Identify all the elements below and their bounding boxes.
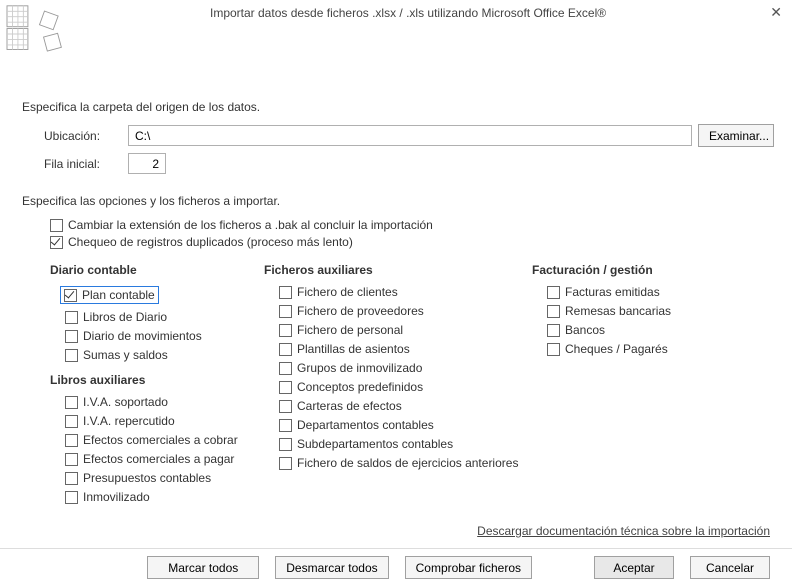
checkbox-carteras[interactable] (279, 400, 292, 413)
dialog-title: Importar datos desde ficheros .xlsx / .x… (210, 6, 606, 20)
accept-button[interactable]: Aceptar (594, 556, 674, 579)
options-heading: Especifica las opciones y los ficheros a… (22, 194, 774, 208)
ficheros-aux-heading: Ficheros auxiliares (264, 263, 522, 277)
item-label: Remesas bancarias (565, 304, 671, 318)
libros-aux-heading: Libros auxiliares (50, 373, 254, 387)
item-label: Presupuestos contables (83, 471, 211, 485)
item-label: Facturas emitidas (565, 285, 660, 299)
documentation-link[interactable]: Descargar documentación técnica sobre la… (477, 524, 770, 538)
checkbox-iva-repercutido[interactable] (65, 415, 78, 428)
checkbox-diario-mov[interactable] (65, 330, 78, 343)
checkbox-clientes[interactable] (279, 286, 292, 299)
browse-button[interactable]: Examinar... (698, 124, 774, 147)
close-icon[interactable]: ✕ (770, 4, 782, 21)
item-label: I.V.A. repercutido (83, 414, 175, 428)
bak-option-label: Cambiar la extensión de los ficheros a .… (68, 218, 433, 232)
start-row-input[interactable] (128, 153, 166, 174)
checkbox-plan-contable[interactable] (64, 289, 77, 302)
item-label: Inmovilizado (83, 490, 150, 504)
cancel-button[interactable]: Cancelar (690, 556, 770, 579)
item-label: Fichero de saldos de ejercicios anterior… (297, 456, 518, 470)
checkbox-facturas[interactable] (547, 286, 560, 299)
item-label: Grupos de inmovilizado (297, 361, 422, 375)
checkbox-dup[interactable] (50, 236, 63, 249)
item-label: Conceptos predefinidos (297, 380, 423, 394)
checkbox-proveedores[interactable] (279, 305, 292, 318)
checkbox-inmovilizado[interactable] (65, 491, 78, 504)
item-label: Departamentos contables (297, 418, 434, 432)
checkbox-remesas[interactable] (547, 305, 560, 318)
checkbox-iva-soportado[interactable] (65, 396, 78, 409)
start-row-label: Fila inicial: (22, 157, 128, 171)
item-label: Sumas y saldos (83, 348, 168, 362)
mark-all-button[interactable]: Marcar todos (147, 556, 259, 579)
item-label: Bancos (565, 323, 605, 337)
source-heading: Especifica la carpeta del origen de los … (22, 100, 774, 114)
checkbox-deptos[interactable] (279, 419, 292, 432)
item-label: Fichero de clientes (297, 285, 398, 299)
item-label: Libros de Diario (83, 310, 167, 324)
location-input[interactable] (128, 125, 692, 146)
checkbox-cheques[interactable] (547, 343, 560, 356)
checkbox-grupos-inmov[interactable] (279, 362, 292, 375)
item-label: Plantillas de asientos (297, 342, 410, 356)
dup-option-label: Chequeo de registros duplicados (proceso… (68, 235, 353, 249)
item-label: Efectos comerciales a pagar (83, 452, 234, 466)
check-files-button[interactable]: Comprobar ficheros (405, 556, 532, 579)
checkbox-sumas-saldos[interactable] (65, 349, 78, 362)
unmark-all-button[interactable]: Desmarcar todos (275, 556, 388, 579)
diario-heading: Diario contable (50, 263, 254, 277)
checkbox-personal[interactable] (279, 324, 292, 337)
item-label: Diario de movimientos (83, 329, 202, 343)
checkbox-saldos-anteriores[interactable] (279, 457, 292, 470)
item-label: Fichero de personal (297, 323, 403, 337)
item-label: I.V.A. soportado (83, 395, 168, 409)
dialog-footer: Marcar todos Desmarcar todos Comprobar f… (0, 548, 792, 586)
checkbox-bancos[interactable] (547, 324, 560, 337)
item-label: Subdepartamentos contables (297, 437, 453, 451)
item-label: Fichero de proveedores (297, 304, 424, 318)
checkbox-plantillas[interactable] (279, 343, 292, 356)
checkbox-subdeptos[interactable] (279, 438, 292, 451)
item-label: Carteras de efectos (297, 399, 402, 413)
item-label: Efectos comerciales a cobrar (83, 433, 238, 447)
location-label: Ubicación: (22, 129, 128, 143)
item-label: Cheques / Pagarés (565, 342, 668, 356)
checkbox-conceptos[interactable] (279, 381, 292, 394)
checkbox-bak[interactable] (50, 219, 63, 232)
checkbox-presupuestos[interactable] (65, 472, 78, 485)
item-label: Plan contable (82, 288, 155, 302)
checkbox-efectos-pagar[interactable] (65, 453, 78, 466)
checkbox-efectos-cobrar[interactable] (65, 434, 78, 447)
checkbox-libros-diario[interactable] (65, 311, 78, 324)
facturacion-heading: Facturación / gestión (532, 263, 774, 277)
